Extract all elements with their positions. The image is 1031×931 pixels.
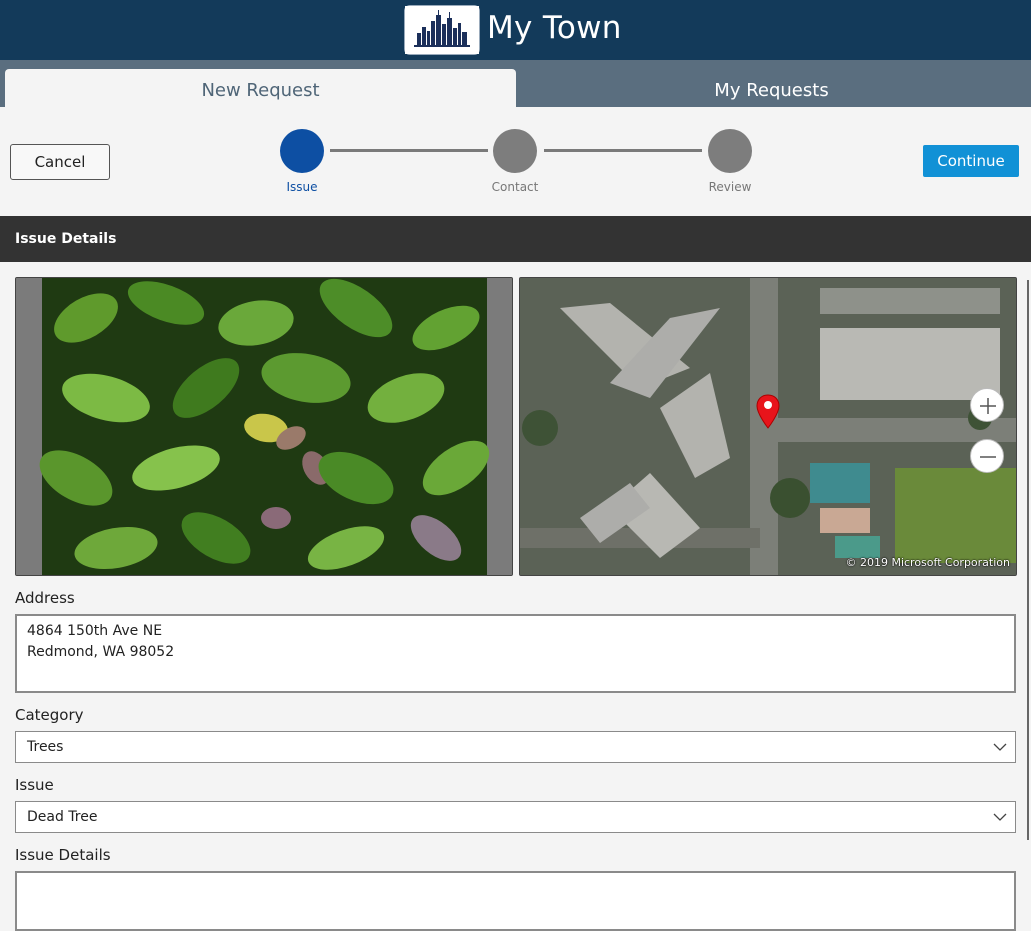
issue-details-field[interactable] [15,871,1016,931]
step-issue-indicator [280,129,324,173]
app-header: My Town [0,0,1031,60]
category-label: Category [15,706,84,724]
map-copyright: © 2019 Microsoft Corporation [845,556,1010,569]
issue-photo[interactable] [15,277,513,576]
chevron-down-icon [993,813,1007,821]
issue-label: Issue [15,776,54,794]
address-line-2: Redmond, WA 98052 [27,644,175,660]
step-connector [330,149,488,152]
section-title: Issue Details [0,216,1031,262]
step-contact-label: Contact [491,180,539,194]
address-field[interactable]: 4864 150th Ave NE Redmond, WA 98052 [15,614,1016,693]
map-pin-icon[interactable] [756,394,780,430]
zoom-out-button[interactable] [970,439,1004,473]
category-value: Trees [27,739,64,755]
zoom-in-button[interactable] [970,388,1004,422]
category-select[interactable]: Trees [15,731,1016,763]
issue-value: Dead Tree [27,809,98,825]
address-line-1: 4864 150th Ave NE [27,623,163,639]
tab-new-request[interactable]: New Request [5,69,516,107]
step-review-indicator [708,129,752,173]
scrollbar[interactable] [1027,280,1029,840]
step-connector [544,149,702,152]
plus-icon [980,398,996,414]
location-map[interactable]: © 2019 Microsoft Corporation [519,277,1017,576]
step-issue-label: Issue [286,180,318,194]
tab-my-requests[interactable]: My Requests [516,69,1027,107]
city-skyline-icon [404,5,480,55]
minus-icon [980,456,996,458]
address-label: Address [15,589,75,607]
issue-select[interactable]: Dead Tree [15,801,1016,833]
cancel-button[interactable]: Cancel [10,144,110,180]
issue-details-label: Issue Details [15,846,111,864]
app-title: My Town [487,10,622,46]
issue-details-value [17,873,1014,883]
step-contact-indicator [493,129,537,173]
chevron-down-icon [993,743,1007,751]
step-review-label: Review [708,180,752,194]
step-bar: Cancel Issue Contact Review Continue [0,107,1031,216]
tab-bar: New Request My Requests [0,60,1031,107]
continue-button[interactable]: Continue [923,145,1019,177]
